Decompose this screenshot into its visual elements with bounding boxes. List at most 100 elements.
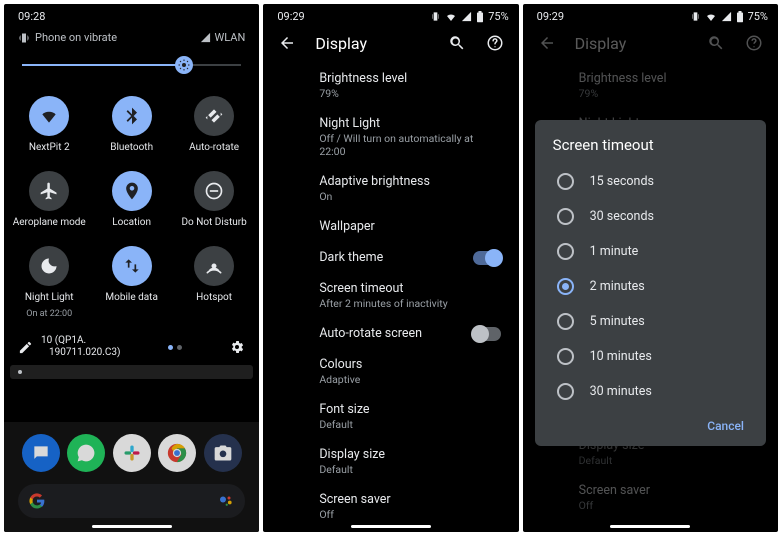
nav-handle[interactable] — [351, 525, 431, 528]
toggle-switch[interactable] — [473, 327, 501, 341]
qs-tiles: NextPit 2 Bluetooth Auto-rotate Aeroplan… — [4, 84, 259, 329]
setting-item[interactable]: Dark theme — [263, 242, 518, 273]
setting-subtitle: Off — [579, 499, 758, 512]
qs-tile-hotspot[interactable]: Hotspot — [173, 240, 255, 327]
vibrate-label: Phone on vibrate — [35, 31, 117, 44]
radio-icon — [557, 383, 574, 400]
search-icon[interactable] — [447, 33, 467, 53]
vibrate-icon — [18, 32, 30, 44]
setting-subtitle: Adaptive — [319, 373, 498, 386]
battery-icon — [736, 11, 744, 23]
setting-subtitle: After 2 minutes of inactivity — [319, 297, 498, 310]
setting-title: Display size — [319, 447, 498, 462]
setting-subtitle: 79% — [319, 87, 498, 100]
whatsapp-app-icon[interactable] — [67, 434, 105, 472]
qs-tile-nightlight[interactable]: Night Light On at 22:00 — [8, 240, 90, 327]
radio-icon — [557, 243, 574, 260]
timeout-option[interactable]: 5 minutes — [553, 304, 748, 339]
battery-pct: 75% — [748, 10, 768, 23]
setting-item[interactable]: Screen saverOff — [263, 484, 518, 529]
radio-icon — [557, 313, 574, 330]
notification-stub[interactable] — [10, 365, 253, 379]
timeout-option[interactable]: 30 seconds — [553, 199, 748, 234]
chrome-app-icon[interactable] — [158, 434, 196, 472]
setting-item[interactable]: Brightness level79% — [263, 63, 518, 108]
qs-tile-rotate[interactable]: Auto-rotate — [173, 90, 255, 161]
help-icon — [744, 33, 764, 53]
settings-icon[interactable] — [229, 339, 245, 355]
timeout-option[interactable]: 30 minutes — [553, 374, 748, 409]
camera-app-icon[interactable] — [204, 434, 242, 472]
setting-title: Screen timeout — [319, 281, 498, 296]
edit-icon[interactable] — [18, 340, 33, 355]
screen-timeout-dialog: Screen timeout 15 seconds 30 seconds 1 m… — [535, 120, 766, 446]
help-icon[interactable] — [485, 33, 505, 53]
setting-subtitle: Default — [319, 463, 498, 476]
setting-title: Dark theme — [319, 250, 383, 265]
option-label: 5 minutes — [590, 314, 645, 329]
setting-item[interactable]: Wallpaper — [263, 211, 518, 242]
setting-subtitle: Default — [319, 418, 498, 431]
search-bar[interactable] — [18, 484, 245, 518]
setting-item[interactable]: ColoursAdaptive — [263, 349, 518, 394]
back-icon[interactable] — [277, 33, 297, 53]
setting-title: Wallpaper — [319, 219, 498, 234]
nav-handle[interactable] — [92, 525, 172, 528]
rotate-icon — [194, 96, 234, 136]
wlan-label: WLAN — [215, 31, 246, 44]
option-label: 30 seconds — [590, 209, 654, 224]
setting-title: Font size — [319, 402, 498, 417]
app-bar: Display — [263, 27, 518, 61]
tile-label: Mobile data — [105, 292, 158, 303]
setting-title: Night Light — [319, 116, 498, 131]
wifi-icon — [705, 11, 717, 23]
slack-app-icon[interactable] — [113, 434, 151, 472]
vibrate-icon — [430, 11, 441, 22]
setting-item[interactable]: Screen timeoutAfter 2 minutes of inactiv… — [263, 273, 518, 318]
bluetooth-icon — [112, 96, 152, 136]
battery-icon — [476, 11, 484, 23]
qs-tile-airplane[interactable]: Aeroplane mode — [8, 165, 90, 236]
page-indicator — [168, 345, 182, 350]
setting-item[interactable]: Font sizeDefault — [263, 394, 518, 439]
tile-label: Location — [112, 217, 151, 228]
dialog-title: Screen timeout — [553, 136, 748, 154]
qs-tile-location[interactable]: Location — [90, 165, 172, 236]
qs-tile-wifi[interactable]: NextPit 2 — [8, 90, 90, 161]
setting-subtitle: 79% — [579, 87, 758, 100]
option-label: 2 minutes — [590, 279, 645, 294]
home-background — [4, 422, 259, 532]
setting-title: Auto-rotate screen — [319, 326, 422, 341]
assistant-icon — [217, 492, 235, 510]
vibrate-icon — [690, 11, 701, 22]
cancel-button[interactable]: Cancel — [707, 419, 744, 433]
setting-item[interactable]: Auto-rotate screen — [263, 318, 518, 349]
setting-item[interactable]: Night LightOff / Will turn on automatica… — [263, 108, 518, 166]
setting-item: Screen saverOff — [523, 475, 778, 520]
setting-subtitle: Off / Will turn on automatically at 22:0… — [319, 132, 498, 158]
quick-settings-screen: 09:28 Phone on vibrate WLAN NextPit 2 Bl… — [4, 4, 259, 532]
clock: 09:29 — [537, 10, 564, 23]
setting-item[interactable]: Adaptive brightnessOn — [263, 166, 518, 211]
settings-list: Brightness level79%Night LightOff / Will… — [263, 61, 518, 529]
setting-item[interactable]: Display sizeDefault — [263, 439, 518, 484]
tile-label: Night Light — [25, 292, 74, 303]
tile-label: Auto-rotate — [189, 142, 239, 153]
qs-tile-mobiledata[interactable]: Mobile data — [90, 240, 172, 327]
messages-app-icon[interactable] — [22, 434, 60, 472]
status-bar: 09:28 — [4, 4, 259, 27]
brightness-slider[interactable] — [22, 52, 241, 78]
timeout-option[interactable]: 10 minutes — [553, 339, 748, 374]
timeout-option[interactable]: 1 minute — [553, 234, 748, 269]
qs-tile-bluetooth[interactable]: Bluetooth — [90, 90, 172, 161]
wifi-icon — [29, 96, 69, 136]
timeout-option[interactable]: 2 minutes — [553, 269, 748, 304]
qs-tile-dnd[interactable]: Do Not Disturb — [173, 165, 255, 236]
dnd-icon — [194, 171, 234, 211]
setting-title: Screen saver — [319, 492, 498, 507]
nav-handle[interactable] — [610, 525, 690, 528]
tile-sublabel: On at 22:00 — [26, 309, 72, 319]
signal-icon — [721, 11, 732, 22]
toggle-switch[interactable] — [473, 251, 501, 265]
timeout-option[interactable]: 15 seconds — [553, 164, 748, 199]
